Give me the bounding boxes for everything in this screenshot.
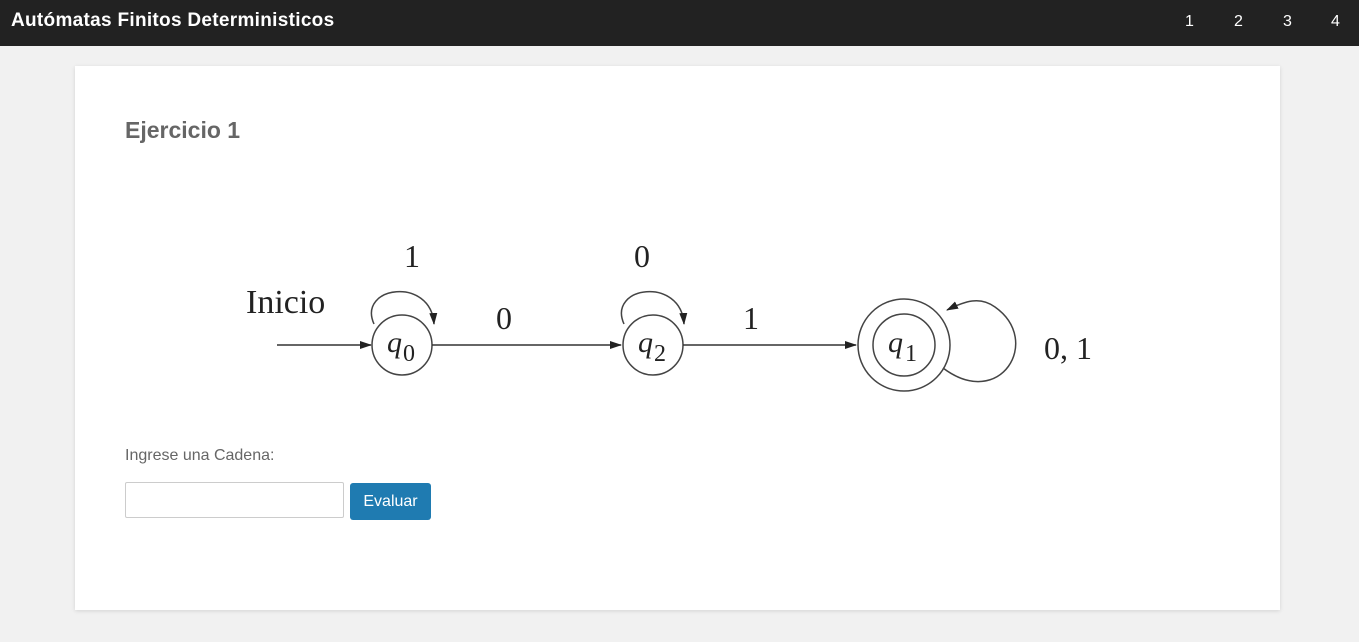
- loop-q1-label: 0, 1: [1044, 330, 1092, 366]
- state-q0-symbol: q: [387, 326, 402, 359]
- state-q1: q 1: [857, 298, 951, 392]
- nav-link-3[interactable]: 3: [1263, 0, 1312, 46]
- state-q2: q 2: [622, 314, 684, 376]
- nav-link-2[interactable]: 2: [1214, 0, 1263, 46]
- loop-q1: [942, 299, 1017, 383]
- edge-q0-q2-label: 0: [496, 300, 512, 336]
- exercise-nav: 1 2 3 4: [1165, 0, 1359, 46]
- evaluate-button[interactable]: Evaluar: [350, 483, 431, 520]
- automaton-diagram: Inicio q 0 1 0 q 2 0 1 q 1 0, 1: [246, 238, 1092, 392]
- top-navbar: Autómatas Finitos Deterministicos 1 2 3 …: [0, 0, 1359, 46]
- loop-q2-label: 0: [634, 238, 650, 274]
- start-label: Inicio: [246, 284, 325, 321]
- loop-q0-label: 1: [404, 238, 420, 274]
- exercise-card: Ejercicio 1 Inicio q 0 1 0 q 2 0 1 q 1 0…: [75, 66, 1280, 610]
- nav-link-1[interactable]: 1: [1165, 0, 1214, 46]
- state-q2-index: 2: [654, 341, 666, 367]
- state-q0: q 0: [371, 314, 433, 376]
- string-input[interactable]: [125, 482, 344, 518]
- state-q1-symbol: q: [888, 326, 903, 359]
- state-q0-index: 0: [403, 341, 415, 367]
- nav-link-4[interactable]: 4: [1312, 0, 1359, 46]
- state-q1-index: 1: [905, 341, 917, 367]
- edge-q2-q1-label: 1: [743, 300, 759, 336]
- string-input-label: Ingrese una Cadena:: [125, 447, 275, 464]
- app-title: Autómatas Finitos Deterministicos: [11, 10, 335, 31]
- state-q2-symbol: q: [638, 326, 653, 359]
